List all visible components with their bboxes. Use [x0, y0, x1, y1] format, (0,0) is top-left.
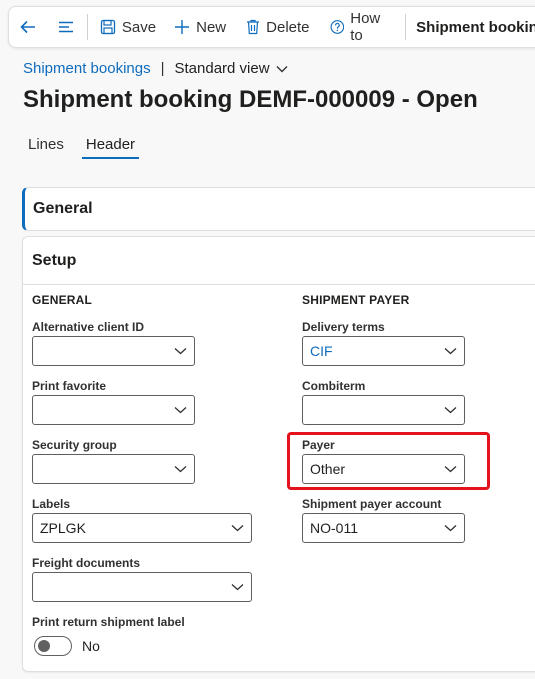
- tab-bar: Lines Header: [28, 136, 157, 159]
- toolbar-divider: [87, 14, 88, 40]
- alt-client-id-combo[interactable]: [32, 336, 195, 366]
- delivery-terms-label: Delivery terms: [302, 320, 385, 334]
- hamburger-icon: [59, 21, 73, 33]
- combiterm-combo[interactable]: [302, 395, 465, 425]
- save-label: Save: [121, 18, 157, 36]
- delivery-terms-value[interactable]: CIF: [310, 343, 333, 359]
- breadcrumb: Shipment bookings | Standard view: [23, 60, 288, 77]
- how-to-button[interactable]: How to: [324, 7, 400, 47]
- security-group-combo[interactable]: [32, 454, 195, 484]
- menu-button[interactable]: [43, 7, 81, 47]
- toolbar-page-title: Shipment booking: [416, 18, 535, 36]
- general-section-heading: GENERAL: [32, 293, 93, 307]
- plus-icon: [175, 20, 190, 34]
- chevron-down-icon: [174, 407, 187, 414]
- shipment-payer-account-label: Shipment payer account: [302, 497, 442, 511]
- print-return-label-toggle[interactable]: [34, 636, 72, 656]
- print-favorite-label: Print favorite: [32, 379, 107, 393]
- tab-lines[interactable]: Lines: [28, 136, 64, 159]
- save-icon: [100, 19, 116, 35]
- delete-label: Delete: [266, 18, 310, 36]
- labels-label: Labels: [32, 497, 71, 511]
- how-to-label: How to: [350, 10, 381, 44]
- view-selector-label: Standard view: [174, 60, 270, 77]
- chevron-down-icon: [231, 584, 244, 591]
- combiterm-label: Combiterm: [302, 379, 366, 393]
- new-label: New: [196, 18, 227, 36]
- freight-documents-combo[interactable]: [32, 572, 252, 602]
- chevron-down-icon: [174, 348, 187, 355]
- shipment-payer-section-heading: SHIPMENT PAYER: [302, 293, 410, 307]
- security-group-label: Security group: [32, 438, 117, 452]
- chevron-down-icon: [276, 65, 288, 72]
- shipment-payer-account-value: NO-011: [310, 520, 358, 536]
- print-return-label-toggle-row: No: [34, 636, 100, 656]
- shipment-payer-account-combo[interactable]: NO-011: [302, 513, 465, 543]
- toolbar-divider: [405, 14, 407, 40]
- trash-icon: [247, 19, 260, 35]
- toggle-knob: [38, 640, 50, 652]
- view-selector[interactable]: Standard view: [175, 60, 288, 77]
- back-button[interactable]: [9, 7, 43, 47]
- general-fasttab-title: General: [33, 200, 93, 217]
- print-favorite-combo[interactable]: [32, 395, 195, 425]
- action-toolbar: Save New Delete How to Shipment booking: [8, 6, 535, 48]
- back-arrow-icon: [20, 20, 35, 34]
- chevron-down-icon: [444, 525, 457, 532]
- chevron-down-icon: [444, 407, 457, 414]
- print-return-label-label: Print return shipment label: [32, 615, 185, 629]
- setup-fasttab-title: Setup: [32, 251, 77, 269]
- chevron-down-icon: [174, 466, 187, 473]
- new-button[interactable]: New: [168, 7, 232, 47]
- labels-value: ZPLGK: [40, 520, 86, 536]
- breadcrumb-shipment-bookings-link[interactable]: Shipment bookings: [23, 60, 151, 77]
- print-return-label-value: No: [82, 638, 100, 654]
- help-icon: [330, 20, 344, 34]
- save-button[interactable]: Save: [94, 7, 162, 47]
- tab-header[interactable]: Header: [81, 136, 140, 159]
- delete-button[interactable]: Delete: [240, 7, 315, 47]
- alt-client-id-label: Alternative client ID: [32, 320, 145, 334]
- labels-combo[interactable]: ZPLGK: [32, 513, 252, 543]
- page-title: Shipment booking DEMF-000009 - Open: [23, 86, 478, 113]
- general-fasttab[interactable]: General: [22, 187, 535, 231]
- setup-fasttab-header[interactable]: Setup: [23, 237, 535, 285]
- delivery-terms-combo[interactable]: CIF: [302, 336, 465, 366]
- chevron-down-icon: [231, 525, 244, 532]
- freight-documents-label: Freight documents: [32, 556, 141, 570]
- breadcrumb-separator: |: [160, 60, 165, 77]
- chevron-down-icon: [444, 348, 457, 355]
- payer-highlight-box: [287, 432, 490, 490]
